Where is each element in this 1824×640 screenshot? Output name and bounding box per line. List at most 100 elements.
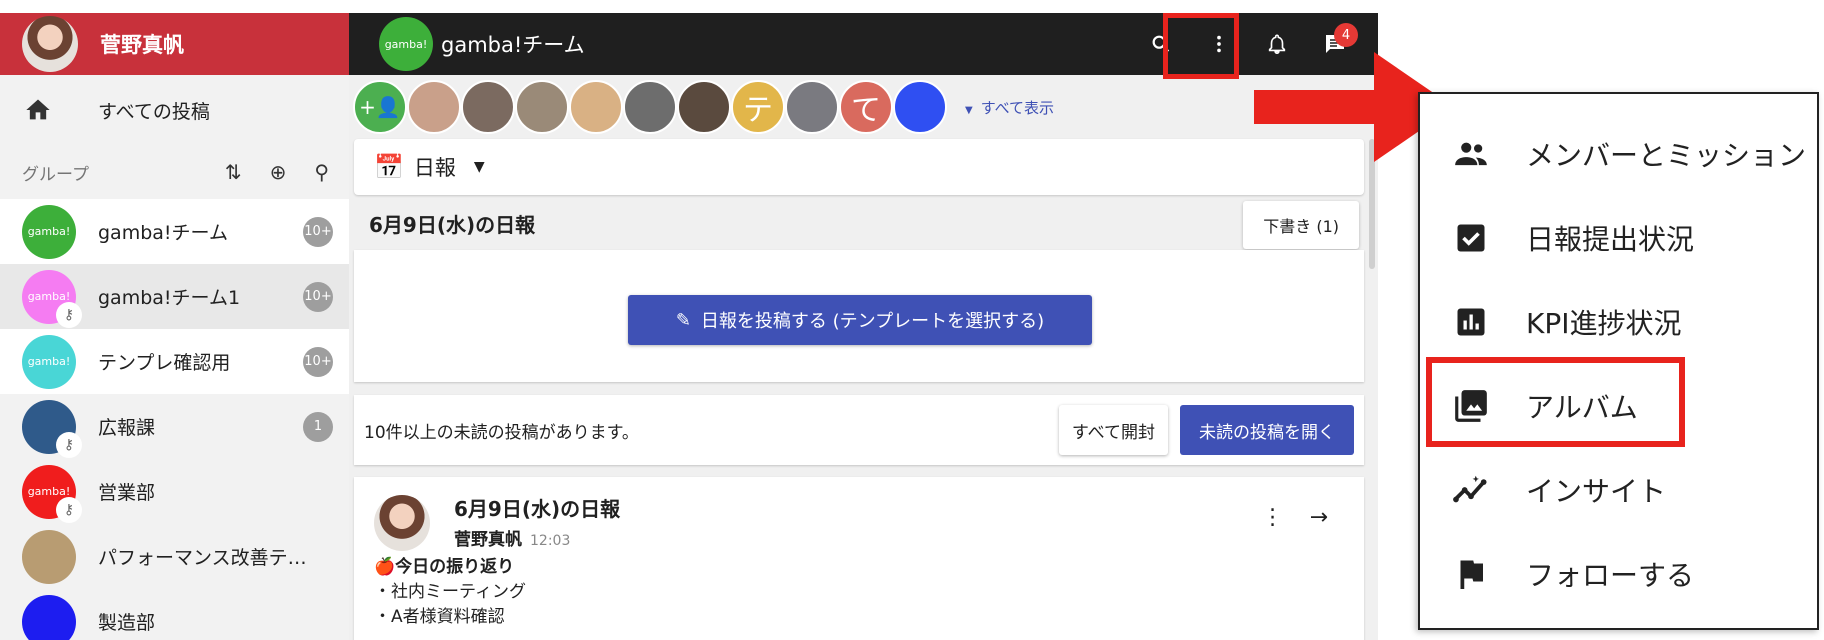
open-all-button[interactable]: すべて開封 bbox=[1058, 405, 1168, 455]
flag-icon bbox=[1450, 553, 1492, 595]
date-row: 6月9日(水)の日報 下書き (1) bbox=[369, 197, 1359, 249]
group-name: パフォーマンス改善テス... bbox=[98, 547, 313, 569]
group-item[interactable]: パフォーマンス改善テス... bbox=[0, 524, 349, 589]
entry-avatar[interactable] bbox=[374, 495, 430, 551]
date-title: 6月9日(水)の日報 bbox=[369, 212, 536, 237]
unread-panel: 10件以上の未読の投稿があります。 すべて開封 未読の投稿を開く bbox=[354, 395, 1364, 465]
group-item[interactable]: gamba! テンプレ確認用 10+ bbox=[0, 329, 349, 394]
entry-line: ・A者様資料確認 bbox=[374, 607, 505, 627]
member-avatar[interactable] bbox=[569, 80, 623, 134]
member-avatar[interactable]: テ bbox=[731, 80, 785, 134]
chevron-down-icon: ▼ bbox=[965, 104, 973, 116]
group-name: gamba!チーム1 bbox=[98, 287, 241, 309]
home-icon bbox=[26, 99, 50, 120]
unread-text: 10件以上の未読の投稿があります。 bbox=[364, 422, 639, 443]
message-badge: 4 bbox=[1334, 23, 1358, 47]
sidebar: 菅野真帆 すべての投稿 グループ ⇅ ⊕ ⚲ gamba! gamba!チーム 10… bbox=[0, 13, 349, 640]
arrow-forward-icon[interactable]: → bbox=[1310, 505, 1328, 530]
sort-icon[interactable]: ⇅ bbox=[225, 160, 242, 184]
menu-item-6[interactable]: フォローする bbox=[1420, 532, 1817, 616]
group-item[interactable]: gamba! ⚷ 営業部 bbox=[0, 459, 349, 524]
member-avatar[interactable] bbox=[785, 80, 839, 134]
group-unread-count: 1 bbox=[303, 411, 333, 442]
entry-author: 菅野真帆 bbox=[454, 530, 522, 550]
member-avatar[interactable] bbox=[893, 80, 947, 134]
highlight-box-album bbox=[1426, 357, 1685, 447]
menu-item-label: インサイト bbox=[1526, 475, 1667, 508]
member-bar: +👤 テて ▼ すべて表示 bbox=[349, 75, 1378, 139]
menu-item-3[interactable]: KPI進捗状況 bbox=[1420, 280, 1817, 364]
chevron-down-icon: ▼ bbox=[473, 159, 485, 175]
app-window: 菅野真帆 すべての投稿 グループ ⇅ ⊕ ⚲ gamba! gamba!チーム 10… bbox=[0, 13, 1378, 640]
group-name: 製造部 bbox=[98, 612, 156, 634]
entry-author-line: 菅野真帆 12:03 bbox=[454, 525, 570, 550]
checkbox-icon bbox=[1450, 217, 1492, 259]
member-avatar[interactable] bbox=[623, 80, 677, 134]
member-avatar[interactable]: て bbox=[839, 80, 893, 134]
post-type-label: 日報 bbox=[413, 156, 456, 180]
menu-item-label: フォローする bbox=[1526, 559, 1695, 592]
menu-item-label: 日報提出状況 bbox=[1526, 223, 1695, 256]
group-name: 広報課 bbox=[98, 417, 156, 439]
menu-item-2[interactable]: 日報提出状況 bbox=[1420, 196, 1817, 280]
menu-item-label: メンバーとミッション bbox=[1526, 139, 1807, 172]
key-icon: ⚷ bbox=[56, 496, 82, 523]
post-type-selector[interactable]: 📅 日報 ▼ bbox=[354, 139, 1364, 195]
entry-title[interactable]: 6月9日(水)の日報 bbox=[454, 493, 620, 522]
group-avatar: gamba! ⚷ bbox=[22, 269, 82, 328]
key-icon: ⚷ bbox=[56, 431, 82, 458]
edit-icon: ✎ bbox=[675, 309, 691, 331]
add-group-icon[interactable]: ⊕ bbox=[270, 160, 287, 184]
show-all-label: すべて表示 bbox=[980, 98, 1055, 117]
main-content: +👤 テて ▼ すべて表示 📅 日報 ▼ 6月9日(水)の日報 下書き (1) ✎ 日… bbox=[349, 75, 1378, 640]
entry-more-icon[interactable]: ⋮ bbox=[1262, 505, 1284, 530]
entry-line: ・社内ミーティング bbox=[374, 582, 526, 602]
team-logo[interactable]: gamba! bbox=[379, 17, 433, 71]
group-unread-count: 10+ bbox=[303, 216, 333, 247]
team-name[interactable]: gamba!チーム bbox=[441, 29, 585, 59]
group-item[interactable]: gamba! gamba!チーム 10+ bbox=[0, 199, 349, 264]
group-name: テンプレ確認用 bbox=[98, 352, 231, 374]
menu-item-5[interactable]: インサイト bbox=[1420, 448, 1817, 532]
post-report-label: 日報を投稿する (テンプレートを選択する) bbox=[700, 311, 1045, 332]
bar-chart-icon bbox=[1450, 301, 1492, 343]
group-header-label: グループ bbox=[22, 164, 89, 185]
group-unread-count: 10+ bbox=[303, 346, 333, 377]
group-item[interactable]: 製造部 bbox=[0, 589, 349, 640]
member-avatar[interactable] bbox=[407, 80, 461, 134]
post-report-button[interactable]: ✎ 日報を投稿する (テンプレートを選択する) bbox=[628, 295, 1092, 345]
highlight-box-menu bbox=[1163, 13, 1239, 79]
show-all-members-link[interactable]: ▼ すべて表示 bbox=[965, 97, 1054, 118]
nav-all-posts-label: すべての投稿 bbox=[98, 100, 210, 123]
group-name: 営業部 bbox=[98, 482, 156, 504]
menu-item-label: KPI進捗状況 bbox=[1526, 307, 1682, 340]
menu-item-1[interactable]: メンバーとミッション bbox=[1420, 112, 1817, 196]
nav-all-posts[interactable]: すべての投稿 bbox=[0, 75, 349, 145]
member-avatar[interactable] bbox=[677, 80, 731, 134]
group-avatar: gamba! bbox=[22, 334, 76, 389]
group-item[interactable]: gamba! ⚷ gamba!チーム1 10+ bbox=[0, 264, 349, 329]
user-name: 菅野真帆 bbox=[100, 33, 184, 57]
entry-time: 12:03 bbox=[530, 533, 571, 549]
key-icon: ⚷ bbox=[56, 301, 82, 328]
entry-body: 🍎今日の振り返り ・社内ミーティング ・A者様資料確認 bbox=[374, 555, 526, 630]
people-icon bbox=[1450, 133, 1492, 175]
user-avatar[interactable] bbox=[22, 16, 78, 72]
person-add-icon: +👤 bbox=[359, 95, 401, 119]
group-avatar: ⚷ bbox=[22, 399, 82, 458]
user-header[interactable]: 菅野真帆 bbox=[0, 13, 349, 75]
add-member-button[interactable]: +👤 bbox=[353, 80, 407, 134]
group-avatar: gamba! ⚷ bbox=[22, 464, 82, 523]
open-unread-button[interactable]: 未読の投稿を開く bbox=[1180, 405, 1354, 455]
member-avatar[interactable] bbox=[515, 80, 569, 134]
draft-button[interactable]: 下書き (1) bbox=[1243, 201, 1359, 249]
group-avatar bbox=[22, 594, 76, 640]
member-avatar[interactable] bbox=[461, 80, 515, 134]
group-header: グループ ⇅ ⊕ ⚲ bbox=[0, 145, 349, 199]
search-group-icon[interactable]: ⚲ bbox=[314, 160, 329, 184]
group-avatar bbox=[22, 529, 76, 584]
group-avatar: gamba! bbox=[22, 204, 76, 259]
group-item[interactable]: ⚷ 広報課 1 bbox=[0, 394, 349, 459]
group-list: gamba! gamba!チーム 10+ gamba! ⚷ gamba!チーム1 10+ ga… bbox=[0, 199, 349, 640]
entry-heading: 🍎今日の振り返り bbox=[374, 557, 515, 577]
